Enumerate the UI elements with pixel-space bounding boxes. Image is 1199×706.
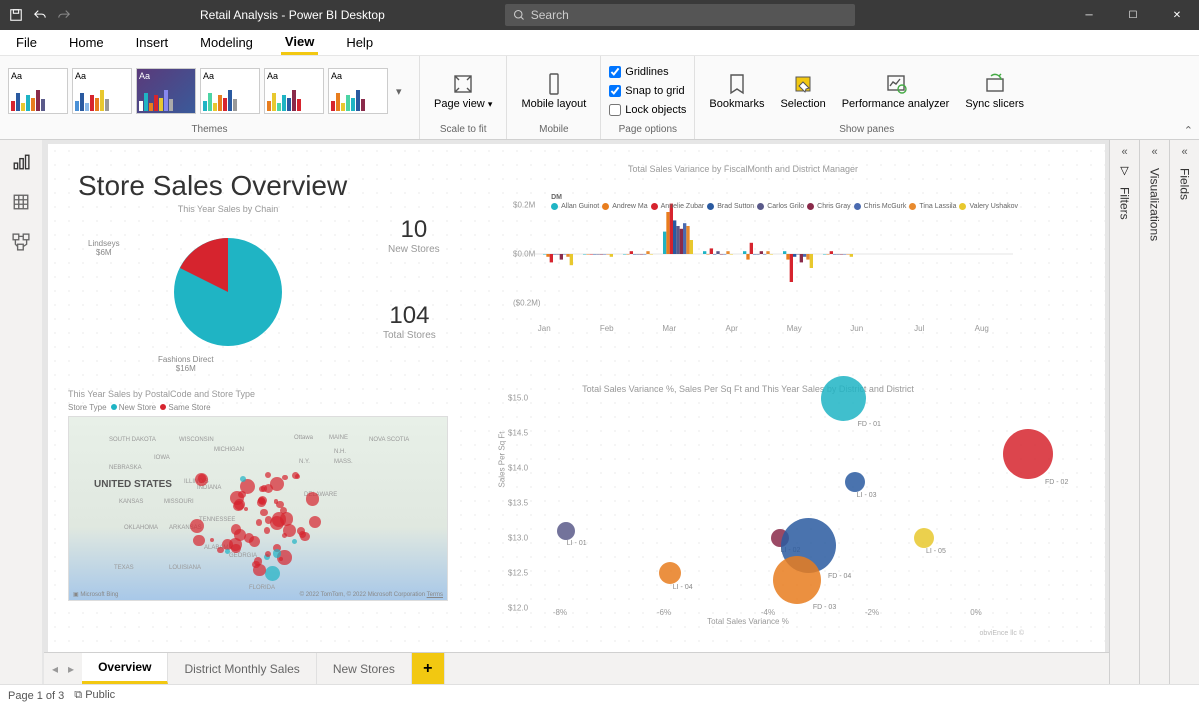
selection-button[interactable]: Selection: [774, 70, 831, 112]
obvience-credit: obviEnce llc ©: [980, 630, 1024, 637]
map-attr-bing: ▣ Microsoft Bing: [73, 591, 118, 598]
theme-thumb-5[interactable]: Aa: [264, 68, 324, 114]
themes-dropdown-icon[interactable]: ▾: [392, 85, 406, 98]
pie-label-fashions: Fashions Direct$16M: [158, 356, 214, 374]
collapse-ribbon-icon[interactable]: ⌃: [1184, 124, 1193, 137]
map-visual[interactable]: This Year Sales by PostalCode and Store …: [68, 389, 458, 601]
report-title: Store Sales Overview: [78, 170, 347, 202]
undo-icon[interactable]: [32, 7, 48, 23]
tab-next-icon[interactable]: ▸: [64, 662, 78, 676]
tab-new-stores[interactable]: New Stores: [317, 653, 412, 684]
pie-label-lindseys: Lindseys$6M: [88, 240, 120, 258]
filter-icon: ▽: [1120, 164, 1128, 177]
maximize-button[interactable]: ☐: [1111, 0, 1155, 30]
tab-prev-icon[interactable]: ◂: [48, 662, 62, 676]
public-icon: ⧉ Public: [74, 689, 115, 702]
gridlines-checkbox[interactable]: Gridlines: [609, 63, 668, 81]
right-panes: «▽Filters «Visualizations «Fields: [1109, 140, 1199, 684]
save-icon[interactable]: [8, 7, 24, 23]
theme-thumb-2[interactable]: Aa: [72, 68, 132, 114]
search-placeholder: Search: [531, 8, 569, 22]
scale-group-label: Scale to fit: [428, 122, 498, 135]
scatter-visual[interactable]: Total Sales Variance %, Sales Per Sq Ft …: [468, 384, 1028, 639]
data-view-icon[interactable]: [9, 190, 33, 214]
minimize-button[interactable]: ─: [1067, 0, 1111, 30]
menu-insert[interactable]: Insert: [132, 32, 173, 53]
menu-home[interactable]: Home: [65, 32, 108, 53]
theme-thumb-4[interactable]: Aa: [200, 68, 260, 114]
bookmarks-button[interactable]: Bookmarks: [703, 70, 770, 112]
status-page: Page 1 of 3: [8, 690, 64, 702]
chevron-left-icon: «: [1121, 146, 1127, 158]
kpi-new-stores[interactable]: 10 New Stores: [388, 216, 440, 255]
theme-thumb-6[interactable]: Aa: [328, 68, 388, 114]
search-icon: [513, 9, 525, 21]
theme-thumb-1[interactable]: Aa: [8, 68, 68, 114]
page-options-group-label: Page options: [609, 122, 686, 135]
snap-checkbox[interactable]: Snap to grid: [609, 82, 684, 100]
mobile-group-label: Mobile: [515, 122, 592, 135]
ribbon: Aa Aa Aa Aa Aa Aa ▾ Themes Page view ▾ S…: [0, 56, 1199, 140]
map-title: This Year Sales by PostalCode and Store …: [68, 389, 458, 399]
tab-district-monthly[interactable]: District Monthly Sales: [168, 653, 316, 684]
window-title: Retail Analysis - Power BI Desktop: [200, 8, 385, 22]
report-view-icon[interactable]: [9, 150, 33, 174]
fields-pane[interactable]: «Fields: [1169, 140, 1199, 684]
menu-modeling[interactable]: Modeling: [196, 32, 257, 53]
chevron-left-icon: «: [1151, 146, 1157, 158]
title-bar: Retail Analysis - Power BI Desktop Searc…: [0, 0, 1199, 30]
bar-title: Total Sales Variance by FiscalMonth and …: [473, 164, 1013, 174]
tab-add-button[interactable]: +: [412, 653, 445, 684]
chevron-left-icon: «: [1181, 146, 1187, 158]
close-button[interactable]: ✕: [1155, 0, 1199, 30]
status-bar: Page 1 of 3 ⧉ Public: [0, 684, 1199, 706]
map-attr-copyright: © 2022 TomTom, © 2022 Microsoft Corporat…: [300, 592, 443, 598]
pie-chart: [168, 232, 288, 352]
tab-overview[interactable]: Overview: [82, 653, 168, 684]
kpi-total-stores[interactable]: 104 Total Stores: [383, 302, 436, 341]
scatter-title: Total Sales Variance %, Sales Per Sq Ft …: [468, 384, 1028, 394]
redo-icon[interactable]: [56, 7, 72, 23]
page-view-button[interactable]: Page view ▾: [428, 70, 498, 112]
theme-thumb-3[interactable]: Aa: [136, 68, 196, 114]
lock-checkbox[interactable]: Lock objects: [609, 101, 686, 119]
bar-chart-visual[interactable]: Total Sales Variance by FiscalMonth and …: [473, 164, 1013, 354]
sync-slicers-button[interactable]: Sync slicers: [959, 70, 1030, 112]
bar-legend: DM Allan GuinotAndrew MaAnnelie ZubarBra…: [551, 194, 1018, 214]
search-box[interactable]: Search: [505, 4, 855, 26]
left-view-rail: [0, 140, 42, 684]
filters-pane[interactable]: «▽Filters: [1109, 140, 1139, 684]
page-tabs: ◂▸ Overview District Monthly Sales New S…: [44, 652, 1109, 684]
model-view-icon[interactable]: [9, 230, 33, 254]
map-image[interactable]: UNITED STATES SOUTH DAKOTAWISCONSINIOWAN…: [68, 416, 448, 601]
report-canvas[interactable]: Store Sales Overview This Year Sales by …: [48, 144, 1105, 652]
visualizations-pane[interactable]: «Visualizations: [1139, 140, 1169, 684]
map-country-label: UNITED STATES: [94, 479, 172, 490]
mobile-layout-button[interactable]: Mobile layout: [515, 70, 592, 112]
map-legend: Store Type New Store Same Store: [68, 403, 458, 412]
menu-help[interactable]: Help: [342, 32, 377, 53]
menu-view[interactable]: View: [281, 31, 318, 55]
map-terms-link[interactable]: Terms: [427, 592, 443, 598]
menu-file[interactable]: File: [12, 32, 41, 53]
pie-chart-visual[interactable]: This Year Sales by Chain Lindseys$6M Fas…: [68, 204, 388, 362]
pie-title: This Year Sales by Chain: [68, 204, 388, 214]
themes-group-label: Themes: [8, 122, 411, 135]
show-panes-group-label: Show panes: [703, 122, 1030, 135]
menu-bar: File Home Insert Modeling View Help: [0, 30, 1199, 56]
performance-analyzer-button[interactable]: Performance analyzer: [836, 70, 956, 112]
